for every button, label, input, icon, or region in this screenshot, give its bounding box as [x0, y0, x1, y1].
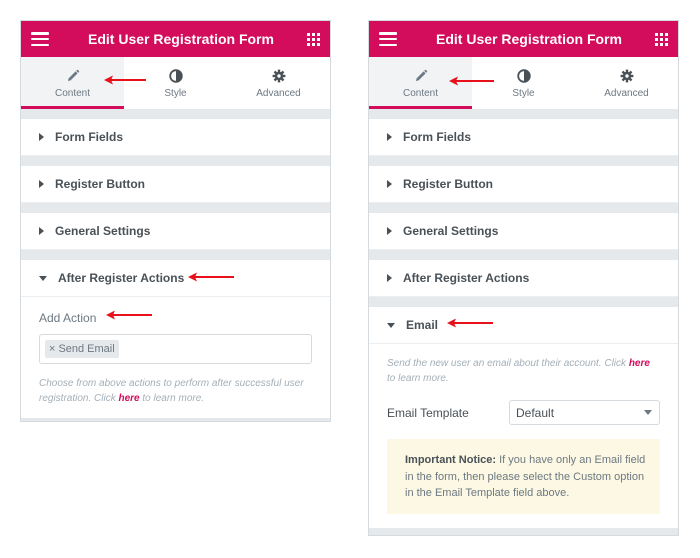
tab-label: Style: [164, 88, 187, 99]
add-action-label: Add Action: [39, 311, 97, 325]
tab-advanced[interactable]: Advanced: [227, 57, 330, 109]
caret-down-icon: [387, 322, 395, 328]
panel-header: Edit User Registration Form: [369, 21, 678, 57]
section-label: Form Fields: [403, 130, 472, 144]
caret-right-icon: [39, 133, 44, 141]
section-general-settings[interactable]: General Settings: [369, 213, 678, 250]
section-register-button[interactable]: Register Button: [21, 166, 330, 203]
tab-label: Style: [512, 88, 535, 99]
section-form-fields[interactable]: Form Fields: [369, 119, 678, 156]
section-label: Register Button: [403, 177, 493, 191]
select-value: Default: [516, 405, 555, 420]
selected-action-tag: × Send Email: [45, 340, 119, 358]
section-label: General Settings: [55, 224, 151, 238]
panel-title: Edit User Registration Form: [436, 31, 622, 47]
caret-right-icon: [387, 227, 392, 235]
learn-more-link[interactable]: here: [118, 393, 139, 404]
grid-icon[interactable]: [307, 32, 320, 46]
caret-right-icon: [39, 227, 44, 235]
gear-icon: [272, 67, 286, 85]
half-circle-icon: [168, 67, 183, 85]
caret-right-icon: [39, 180, 44, 188]
section-form-fields[interactable]: Form Fields: [21, 119, 330, 156]
section-email[interactable]: Email: [369, 307, 678, 344]
right-editor-panel: Edit User Registration Form Content Styl…: [368, 20, 679, 536]
caret-right-icon: [387, 133, 392, 141]
panel-tabs: Content Style Advanced: [21, 57, 330, 109]
grid-icon[interactable]: [655, 32, 668, 46]
arrow-annotation-icon: [106, 310, 152, 320]
add-action-select[interactable]: × Send Email: [39, 334, 312, 364]
add-action-help: Choose from above actions to perform aft…: [39, 376, 312, 406]
tab-label: Content: [54, 88, 91, 99]
arrow-annotation-icon: [447, 318, 493, 328]
half-circle-icon: [516, 67, 531, 85]
tab-label: Content: [402, 88, 439, 99]
hamburger-icon[interactable]: [31, 32, 49, 46]
panel-title: Edit User Registration Form: [88, 31, 274, 47]
caret-right-icon: [387, 180, 392, 188]
email-section-body: Send the new user an email about their a…: [369, 344, 678, 528]
caret-right-icon: [387, 274, 392, 282]
after-register-actions-body: Add Action × Send Email Choose from above…: [21, 297, 330, 418]
email-template-row: Email Template Default: [387, 400, 660, 425]
tab-advanced[interactable]: Advanced: [575, 57, 678, 109]
pencil-icon: [414, 67, 428, 85]
tag-label: Send Email: [58, 343, 115, 355]
panel-header: Edit User Registration Form: [21, 21, 330, 57]
email-help: Send the new user an email about their a…: [387, 356, 660, 386]
left-editor-panel: Edit User Registration Form Content Styl…: [20, 20, 331, 422]
help-text: to learn more.: [139, 393, 205, 404]
section-label: After Register Actions: [403, 271, 530, 285]
tab-label: Advanced: [256, 88, 301, 99]
help-text: Send the new user an email about their a…: [387, 358, 629, 369]
section-after-register-actions[interactable]: After Register Actions: [369, 260, 678, 297]
section-label: General Settings: [403, 224, 499, 238]
notice-title: Important Notice:: [405, 454, 497, 466]
learn-more-link[interactable]: here: [629, 358, 650, 369]
gear-icon: [620, 67, 634, 85]
section-label: Register Button: [55, 177, 145, 191]
section-label: After Register Actions: [58, 271, 185, 285]
tab-label: Advanced: [604, 88, 649, 99]
chevron-down-icon: [644, 410, 652, 415]
email-template-label: Email Template: [387, 405, 469, 420]
section-register-button[interactable]: Register Button: [369, 166, 678, 203]
help-text: to learn more.: [387, 373, 449, 384]
section-general-settings[interactable]: General Settings: [21, 213, 330, 250]
section-after-register-actions[interactable]: After Register Actions: [21, 260, 330, 297]
email-template-select[interactable]: Default: [509, 400, 660, 425]
section-label: Form Fields: [55, 130, 124, 144]
arrow-annotation-icon: [104, 75, 146, 85]
remove-tag-icon[interactable]: ×: [49, 343, 55, 355]
caret-down-icon: [39, 275, 47, 281]
panel-tabs: Content Style Advanced: [369, 57, 678, 109]
arrow-annotation-icon: [188, 272, 234, 282]
pencil-icon: [66, 67, 80, 85]
section-label: Email: [406, 318, 439, 332]
hamburger-icon[interactable]: [379, 32, 397, 46]
important-notice: Important Notice: If you have only an Em…: [387, 439, 660, 514]
arrow-annotation-icon: [449, 76, 494, 86]
